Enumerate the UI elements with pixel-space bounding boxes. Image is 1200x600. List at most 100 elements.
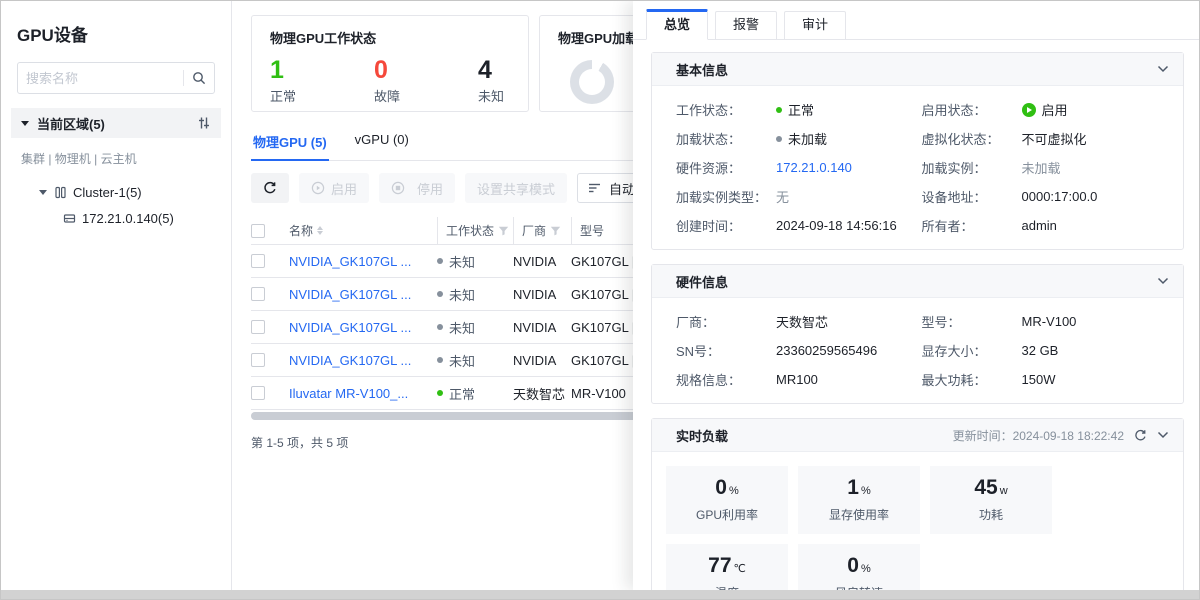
field-vendor: 厂商： 天数智芯 — [676, 307, 922, 336]
chevron-down-icon[interactable] — [1157, 65, 1169, 73]
metric-gpu-utilization: 0% GPU利用率 — [666, 466, 788, 534]
sort-icon[interactable] — [317, 226, 323, 235]
enabled-play-icon — [1022, 103, 1036, 117]
caret-down-icon — [21, 121, 29, 126]
status-cell: 未知 — [437, 351, 513, 370]
enable-button[interactable]: 启用 — [299, 173, 369, 203]
refresh-icon[interactable] — [1134, 429, 1147, 442]
stat-normal: 1 正常 — [270, 57, 296, 105]
vendor-cell: NVIDIA — [513, 254, 571, 269]
row-checkbox[interactable] — [251, 353, 265, 367]
updated-time: 更新时间：2024-09-18 18:22:42 — [953, 427, 1124, 444]
tree-node-host[interactable]: 172.21.0.140(5) — [1, 205, 231, 231]
field-hardware-resource: 硬件资源： 172.21.0.140 — [676, 153, 922, 182]
field-virtualization-status: 虚拟化状态： 不可虚拟化 — [922, 124, 1168, 153]
resource-tree: Cluster-1(5) 172.21.0.140(5) — [1, 179, 231, 231]
field-load-instance-type: 加载实例类型： 无 — [676, 182, 922, 211]
vendor-cell: NVIDIA — [513, 353, 571, 368]
row-checkbox[interactable] — [251, 386, 265, 400]
field-enable-status: 启用状态： 启用 — [922, 95, 1168, 124]
field-load-status: 加载状态： 未加载 — [676, 124, 922, 153]
metric-power: 45w 功耗 — [930, 466, 1052, 534]
metric-temperature: 77℃ 温度 — [666, 544, 788, 591]
search-box — [17, 62, 215, 94]
play-circle-icon — [311, 181, 325, 195]
donut-chart — [570, 60, 614, 104]
status-dot — [776, 136, 782, 142]
region-label: 当前区域(5) — [37, 114, 105, 133]
hardware-info-panel: 硬件信息 厂商： 天数智芯 型号： MR-V100 SN号： — [651, 264, 1184, 404]
status-dot — [437, 357, 443, 363]
metric-fan-speed: 0% 风扇转速 — [798, 544, 920, 591]
filter-funnel-icon[interactable] — [498, 226, 509, 236]
status-dot — [437, 390, 443, 396]
caret-down-icon — [39, 190, 47, 195]
region-selector[interactable]: 当前区域(5) — [11, 108, 221, 138]
window-bottom-strip — [1, 590, 1199, 599]
overview-content: 基本信息 工作状态： 正常 启用状态： 启用 加载状态： — [633, 40, 1200, 591]
realtime-load-header[interactable]: 实时负载 更新时间：2024-09-18 18:22:42 — [652, 419, 1183, 452]
metric-vram-usage: 1% 显存使用率 — [798, 466, 920, 534]
row-checkbox[interactable] — [251, 320, 265, 334]
field-owner: 所有者： admin — [922, 211, 1168, 240]
tab-audit[interactable]: 审计 — [784, 11, 846, 40]
status-dot — [437, 258, 443, 264]
field-vram: 显存大小： 32 GB — [922, 336, 1168, 365]
chevron-down-icon[interactable] — [1157, 277, 1169, 285]
status-dot — [437, 291, 443, 297]
tab-physical-gpu[interactable]: 物理GPU (5) — [251, 132, 329, 161]
stat-unknown: 4 未知 — [478, 57, 504, 105]
row-checkbox[interactable] — [251, 287, 265, 301]
gpu-name-link[interactable]: Iluvatar MR-V100_... — [289, 386, 437, 401]
cluster-label: Cluster-1(5) — [73, 185, 142, 200]
status-cell: 正常 — [437, 384, 513, 403]
vendor-cell: 天数智芯 — [513, 384, 571, 403]
filter-funnel-icon[interactable] — [550, 226, 561, 236]
gpu-name-link[interactable]: NVIDIA_GK107GL ... — [289, 287, 437, 302]
cluster-icon — [54, 186, 67, 199]
select-all-checkbox[interactable] — [251, 224, 265, 238]
disable-button[interactable]: 停用 — [379, 173, 455, 203]
resource-type-filters[interactable]: 集群 | 物理机 | 云主机 — [21, 150, 215, 167]
field-max-power: 最大功耗： 150W — [922, 365, 1168, 394]
vendor-cell: NVIDIA — [513, 320, 571, 335]
host-icon — [63, 212, 76, 225]
filter-lines-icon — [588, 182, 601, 194]
host-label: 172.21.0.140(5) — [82, 211, 174, 226]
tab-alarm[interactable]: 报警 — [715, 11, 777, 40]
search-icon[interactable] — [184, 71, 214, 85]
tab-overview[interactable]: 总览 — [646, 9, 708, 40]
field-device-address: 设备地址： 0000:17:00.0 — [922, 182, 1168, 211]
filter-sliders-icon[interactable] — [197, 116, 211, 130]
set-share-mode-button[interactable]: 设置共享模式 — [465, 173, 567, 203]
status-cell: 未知 — [437, 252, 513, 271]
chevron-down-icon[interactable] — [1157, 431, 1169, 439]
search-input[interactable] — [18, 71, 183, 86]
basic-info-panel: 基本信息 工作状态： 正常 启用状态： 启用 加载状态： — [651, 52, 1184, 250]
page-title: GPU设备 — [1, 1, 231, 46]
tree-node-cluster[interactable]: Cluster-1(5) — [1, 179, 231, 205]
gpu-name-link[interactable]: NVIDIA_GK107GL ... — [289, 353, 437, 368]
detail-tabs: 总览 报警 审计 — [633, 1, 1200, 40]
load-metrics: 0% GPU利用率 1% 显存使用率 45w 功耗 77℃ 温度 — [652, 452, 1183, 591]
row-checkbox[interactable] — [251, 254, 265, 268]
hardware-info-header[interactable]: 硬件信息 — [652, 265, 1183, 298]
field-model: 型号： MR-V100 — [922, 307, 1168, 336]
sidebar: GPU设备 当前区域(5) 集群 | 物理机 | 云主机 Cluster-1(5… — [1, 1, 232, 590]
gpu-device-app: GPU设备 当前区域(5) 集群 | 物理机 | 云主机 Cluster-1(5… — [0, 0, 1200, 600]
field-load-instance: 加载实例： 未加载 — [922, 153, 1168, 182]
host-link[interactable]: 172.21.0.140 — [776, 160, 852, 175]
gpu-status-card: 物理GPU工作状态 1 正常 0 故障 4 未知 — [251, 15, 529, 112]
tab-vgpu[interactable]: vGPU (0) — [353, 132, 411, 160]
card-title: 物理GPU工作状态 — [270, 28, 510, 47]
gpu-name-link[interactable]: NVIDIA_GK107GL ... — [289, 254, 437, 269]
field-spec: 规格信息： MR100 — [676, 365, 922, 394]
gpu-name-link[interactable]: NVIDIA_GK107GL ... — [289, 320, 437, 335]
status-dot — [776, 107, 782, 113]
field-create-time: 创建时间： 2024-09-18 14:56:16 — [676, 211, 922, 240]
refresh-icon — [263, 181, 277, 195]
basic-info-header[interactable]: 基本信息 — [652, 53, 1183, 86]
status-cell: 未知 — [437, 285, 513, 304]
refresh-button[interactable] — [251, 173, 289, 203]
status-cell: 未知 — [437, 318, 513, 337]
